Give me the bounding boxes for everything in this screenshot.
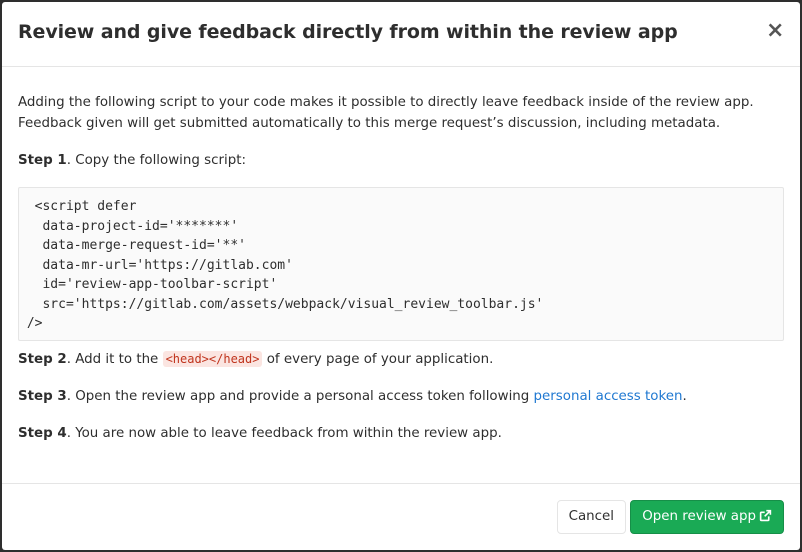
step-3: Step 3. Open the review app and provide … (18, 386, 784, 407)
open-review-app-button[interactable]: Open review app (630, 500, 784, 534)
modal-footer: Cancel Open review app (2, 483, 800, 550)
modal-title: Review and give feedback directly from w… (18, 21, 678, 43)
cancel-button[interactable]: Cancel (556, 500, 626, 534)
step-3-text: . Open the review app and provide a pers… (66, 389, 534, 404)
code-line: id='review-app-toolbar-script' (19, 277, 278, 292)
step-3-text-after: . (682, 389, 687, 404)
close-button[interactable]: × (766, 20, 784, 42)
code-line: src='https://gitlab.com/assets/webpack/v… (19, 296, 544, 312)
intro-text: Adding the following script to your code… (18, 95, 754, 131)
step-4-text: . You are now able to leave feedback fro… (66, 426, 502, 441)
step-1-text: . Copy the following script: (66, 153, 246, 168)
review-app-modal: Review and give feedback directly from w… (2, 2, 800, 550)
modal-body: Adding the following script to your code… (18, 67, 784, 444)
script-code-block[interactable]: <script defer data-project-id='*******' … (18, 187, 784, 341)
personal-access-token-link[interactable]: personal access token (534, 389, 683, 404)
code-line: data-mr-url='https://gitlab.com' (19, 257, 293, 273)
head-tag-code: <head></head> (162, 351, 263, 367)
step-2-text-after: of every page of your application. (262, 352, 494, 367)
external-link-icon (759, 509, 772, 522)
step-2-label: Step 2 (18, 352, 67, 367)
open-review-app-label: Open review app (642, 509, 756, 524)
step-1-label: Step 1 (18, 153, 67, 168)
step-2: Step 2. Add it to the <head></head> of e… (18, 349, 784, 370)
step-2-text: . Add it to the (66, 352, 163, 367)
code-line: data-project-id='*******' (19, 218, 239, 234)
code-line: data-merge-request-id='**' (19, 238, 246, 253)
modal-header: Review and give feedback directly from w… (2, 2, 800, 67)
step-4-label: Step 4 (18, 426, 67, 441)
step-1: Step 1. Copy the following script: (18, 150, 784, 171)
step-4: Step 4. You are now able to leave feedba… (18, 423, 784, 444)
code-line: <script defer (19, 199, 137, 214)
step-3-label: Step 3 (18, 389, 67, 404)
code-line: /> (19, 316, 43, 331)
